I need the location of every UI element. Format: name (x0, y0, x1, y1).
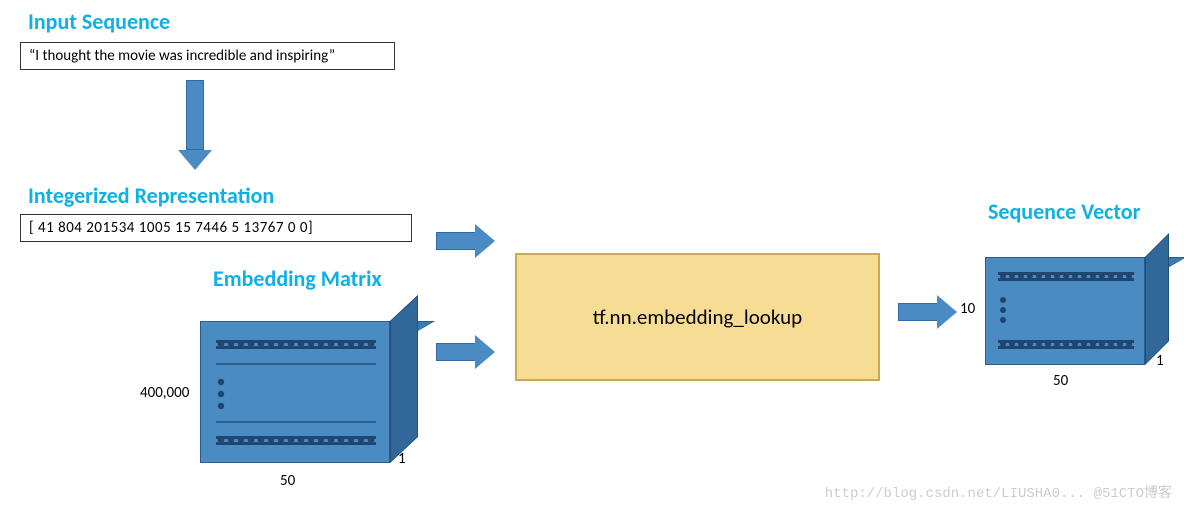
watermark-text: http://blog.csdn.net/LIUSHA0... @51CTO博客 (825, 482, 1172, 502)
arrow-lookup-to-vec (898, 295, 957, 329)
integerized-box: [ 41 804 201534 1005 15 7446 5 13767 0 0… (20, 214, 412, 242)
heading-embedding: Embedding Matrix (213, 265, 382, 292)
heading-integerized: Integerized Representation (28, 182, 274, 209)
input-sequence-box: “I thought the movie was incredible and … (20, 42, 395, 70)
arrow-input-to-int (178, 80, 212, 170)
seqvec-rows-label: 10 (960, 300, 975, 318)
lookup-function-label: tf.nn.embedding_lookup (593, 304, 802, 330)
heading-input: Input Sequence (28, 8, 170, 35)
seqvec-cols-label: 50 (1053, 372, 1068, 390)
arrow-int-to-lookup (436, 224, 495, 258)
seqvec-face-icon (986, 258, 1146, 366)
heading-sequence-vector: Sequence Vector (988, 198, 1140, 225)
arrow-matrix-to-lookup (436, 335, 495, 369)
lookup-function-box: tf.nn.embedding_lookup (515, 253, 880, 381)
embedding-matrix-cube (200, 295, 400, 495)
seqvec-depth-label: 1 (1156, 352, 1164, 370)
matrix-face-icon (201, 322, 391, 464)
sequence-vector-cube (985, 233, 1184, 403)
matrix-rows-label: 400,000 (140, 384, 189, 402)
matrix-depth-label: 1 (398, 450, 406, 468)
matrix-cols-label: 50 (280, 472, 295, 490)
